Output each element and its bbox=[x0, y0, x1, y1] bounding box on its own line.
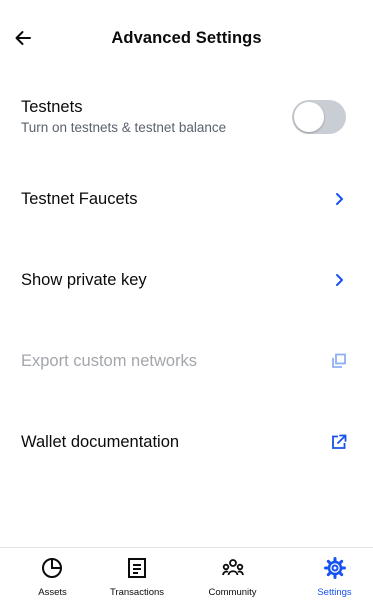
testnets-toggle[interactable] bbox=[292, 100, 346, 134]
page-title: Advanced Settings bbox=[111, 29, 262, 47]
chevron-right-icon bbox=[331, 191, 347, 207]
nav-community[interactable]: Community bbox=[169, 548, 296, 605]
nav-settings-label: Settings bbox=[317, 587, 352, 598]
copy-icon bbox=[331, 353, 347, 369]
people-icon bbox=[221, 556, 245, 580]
header: Advanced Settings bbox=[0, 0, 373, 76]
testnet-faucets-row[interactable]: Testnet Faucets bbox=[0, 180, 373, 242]
show-private-key-row[interactable]: Show private key bbox=[0, 261, 373, 323]
bottom-nav: Assets Transactions Community Settings bbox=[0, 547, 373, 605]
nav-settings[interactable]: Settings bbox=[296, 548, 373, 605]
testnets-description: Turn on testnets & testnet balance bbox=[21, 120, 227, 135]
nav-transactions-label: Transactions bbox=[109, 587, 165, 598]
nav-community-label: Community bbox=[208, 587, 257, 598]
chevron-right-icon bbox=[331, 272, 347, 288]
pie-chart-icon bbox=[40, 556, 64, 580]
show-private-key-label: Show private key bbox=[21, 271, 147, 289]
testnet-faucets-label: Testnet Faucets bbox=[21, 190, 138, 208]
nav-assets[interactable]: Assets bbox=[0, 548, 105, 605]
advanced-settings-screen: Advanced Settings Testnets Turn on testn… bbox=[0, 0, 373, 605]
wallet-documentation-label: Wallet documentation bbox=[21, 433, 180, 451]
nav-transactions[interactable]: Transactions bbox=[105, 548, 169, 605]
document-icon bbox=[125, 556, 149, 580]
toggle-knob bbox=[294, 102, 324, 132]
export-custom-networks-row: Export custom networks bbox=[0, 342, 373, 404]
wallet-documentation-row[interactable]: Wallet documentation bbox=[0, 423, 373, 485]
nav-assets-label: Assets bbox=[38, 587, 67, 598]
export-custom-networks-label: Export custom networks bbox=[21, 352, 198, 370]
gear-icon bbox=[323, 556, 347, 580]
testnets-label: Testnets bbox=[21, 98, 83, 116]
external-link-icon bbox=[331, 434, 347, 450]
